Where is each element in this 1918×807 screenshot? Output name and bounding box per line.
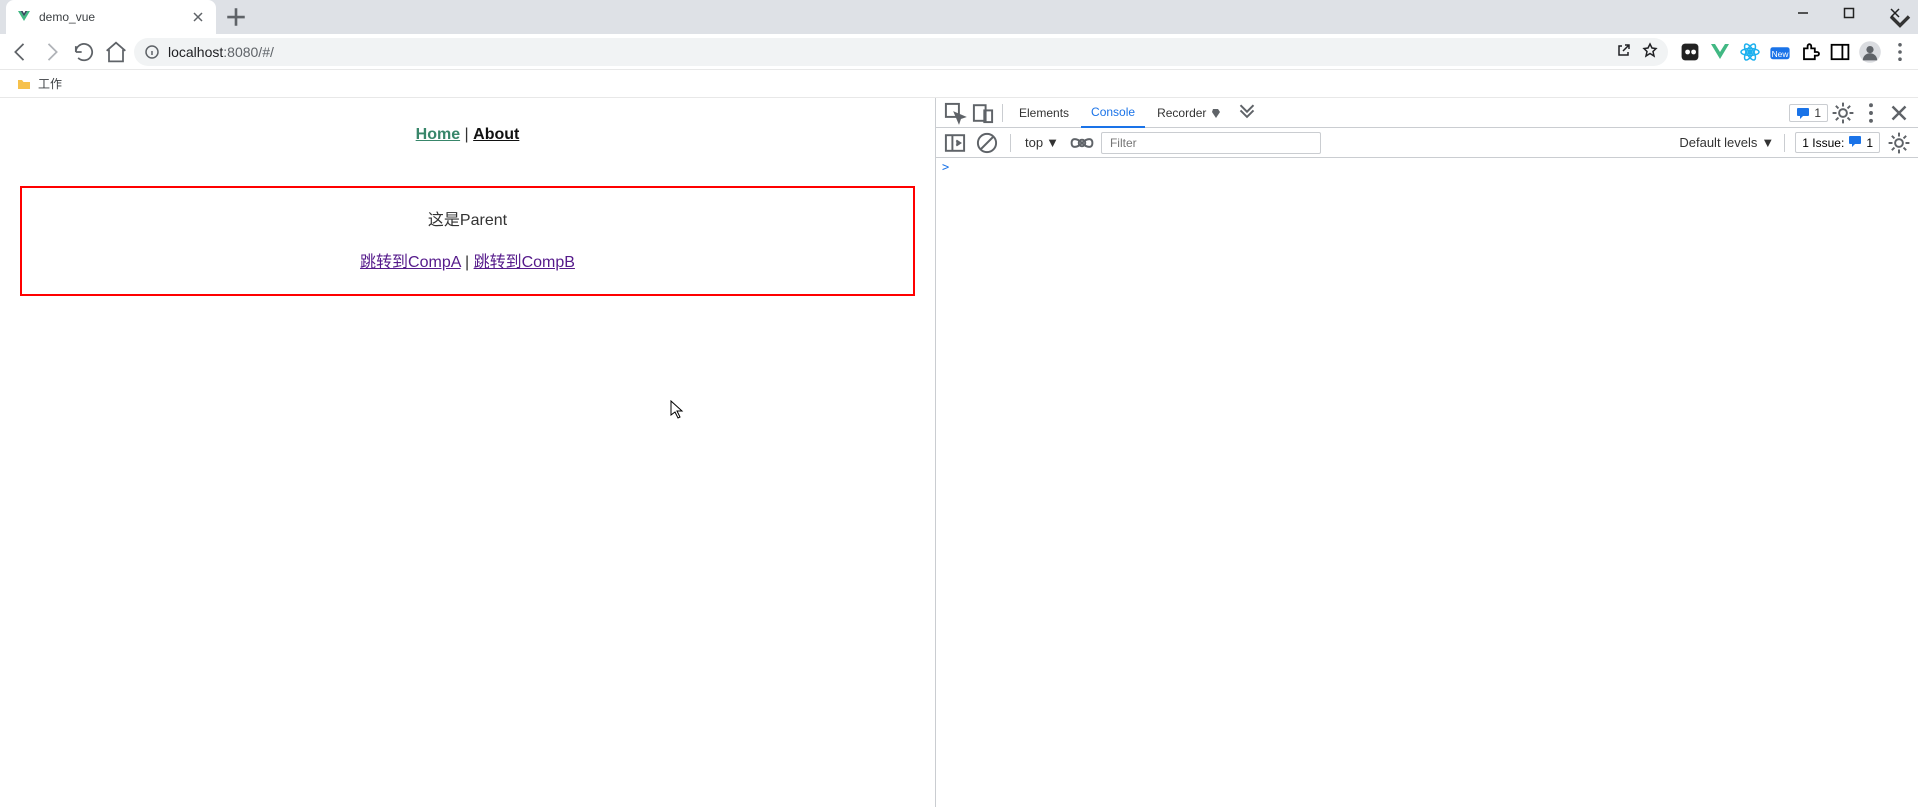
devtools-menu-icon[interactable] xyxy=(1858,100,1884,126)
maximize-button[interactable] xyxy=(1826,0,1872,26)
extension-new-icon[interactable]: New xyxy=(1768,40,1792,64)
log-levels-selector[interactable]: Default levels ▼ xyxy=(1679,135,1774,150)
about-link[interactable]: About xyxy=(473,126,519,143)
context-label: top xyxy=(1025,135,1043,150)
clear-console-icon[interactable] xyxy=(974,130,1000,156)
site-info-icon[interactable] xyxy=(144,44,160,60)
parent-title: 这是Parent xyxy=(22,206,913,230)
issues-badge[interactable]: 1 Issue: 1 xyxy=(1795,132,1880,153)
bookmarks-bar: 工作 xyxy=(0,70,1918,98)
console-filter-bar: top ▼ Default levels ▼ 1 Issue: 1 xyxy=(936,128,1918,158)
parent-links-separator: | xyxy=(461,254,474,271)
more-tabs-icon[interactable] xyxy=(1234,100,1260,126)
devtools-settings-icon[interactable] xyxy=(1830,100,1856,126)
side-panel-icon[interactable] xyxy=(1828,40,1852,64)
comp-b-link[interactable]: 跳转到CompB xyxy=(474,254,575,271)
tab-console[interactable]: Console xyxy=(1081,98,1145,128)
close-window-button[interactable] xyxy=(1872,0,1918,26)
console-settings-icon[interactable] xyxy=(1886,130,1912,156)
issues-count: 1 xyxy=(1866,136,1873,150)
tab-close-icon[interactable] xyxy=(190,9,206,25)
address-bar[interactable]: localhost:8080/#/ xyxy=(134,38,1668,66)
page-viewport: Home | About 这是Parent 跳转到CompA | 跳转到Comp… xyxy=(0,98,935,807)
react-devtools-icon[interactable] xyxy=(1738,40,1762,64)
console-prompt: > xyxy=(942,160,949,174)
tab-recorder-label: Recorder xyxy=(1157,106,1206,120)
minimize-button[interactable] xyxy=(1780,0,1826,26)
svg-text:New: New xyxy=(1772,48,1790,58)
share-icon[interactable] xyxy=(1616,42,1632,61)
mouse-cursor-icon xyxy=(670,400,686,423)
devtools-panel: Elements Console Recorder 1 top ▼ xyxy=(935,98,1918,807)
console-output[interactable]: > xyxy=(936,158,1918,807)
forward-button[interactable] xyxy=(38,38,66,66)
badge-count: 1 xyxy=(1814,106,1821,120)
browser-tab[interactable]: demo_vue xyxy=(6,0,216,34)
message-icon xyxy=(1848,134,1862,151)
vue-favicon-icon xyxy=(16,9,32,25)
levels-label: Default levels xyxy=(1679,135,1757,150)
reload-button[interactable] xyxy=(70,38,98,66)
parent-links: 跳转到CompA | 跳转到CompB xyxy=(22,248,913,272)
tab-title: demo_vue xyxy=(39,10,183,24)
devtools-header: Elements Console Recorder 1 xyxy=(936,98,1918,128)
extensions-puzzle-icon[interactable] xyxy=(1798,40,1822,64)
devtools-close-icon[interactable] xyxy=(1886,100,1912,126)
extensions-area: New xyxy=(1672,40,1912,64)
chrome-menu-icon[interactable] xyxy=(1888,40,1912,64)
bookmark-label: 工作 xyxy=(38,75,62,92)
tab-strip: demo_vue xyxy=(0,0,1918,34)
comp-a-link[interactable]: 跳转到CompA xyxy=(360,254,460,271)
console-message-badge[interactable]: 1 xyxy=(1789,104,1828,122)
back-button[interactable] xyxy=(6,38,34,66)
inspect-element-icon[interactable] xyxy=(942,100,968,126)
extension-icon-1[interactable] xyxy=(1678,40,1702,64)
nav-separator: | xyxy=(460,126,473,143)
home-nav-button[interactable] xyxy=(102,38,130,66)
url-path: :8080/#/ xyxy=(223,44,274,60)
url-host: localhost xyxy=(168,44,223,60)
tab-elements[interactable]: Elements xyxy=(1009,98,1079,128)
execution-context-selector[interactable]: top ▼ xyxy=(1021,133,1063,152)
app-nav: Home | About xyxy=(0,126,935,144)
vue-devtools-icon[interactable] xyxy=(1708,40,1732,64)
window-controls xyxy=(1780,0,1918,26)
console-sidebar-toggle-icon[interactable] xyxy=(942,130,968,156)
live-expression-icon[interactable] xyxy=(1069,130,1095,156)
dropdown-triangle-icon: ▼ xyxy=(1046,135,1059,150)
device-toolbar-icon[interactable] xyxy=(970,100,996,126)
browser-toolbar: localhost:8080/#/ New xyxy=(0,34,1918,70)
parent-container: 这是Parent 跳转到CompA | 跳转到CompB xyxy=(20,186,915,296)
url-text: localhost:8080/#/ xyxy=(168,44,274,60)
folder-icon xyxy=(16,76,32,92)
new-tab-button[interactable] xyxy=(222,3,250,31)
console-filter-input[interactable] xyxy=(1101,132,1321,154)
bookmark-folder[interactable]: 工作 xyxy=(10,71,68,96)
dropdown-triangle-icon: ▼ xyxy=(1761,135,1774,150)
tab-recorder[interactable]: Recorder xyxy=(1147,98,1232,128)
bookmark-star-icon[interactable] xyxy=(1642,42,1658,61)
issues-label: 1 Issue: xyxy=(1802,136,1844,150)
profile-avatar-icon[interactable] xyxy=(1858,40,1882,64)
home-link[interactable]: Home xyxy=(416,126,460,143)
